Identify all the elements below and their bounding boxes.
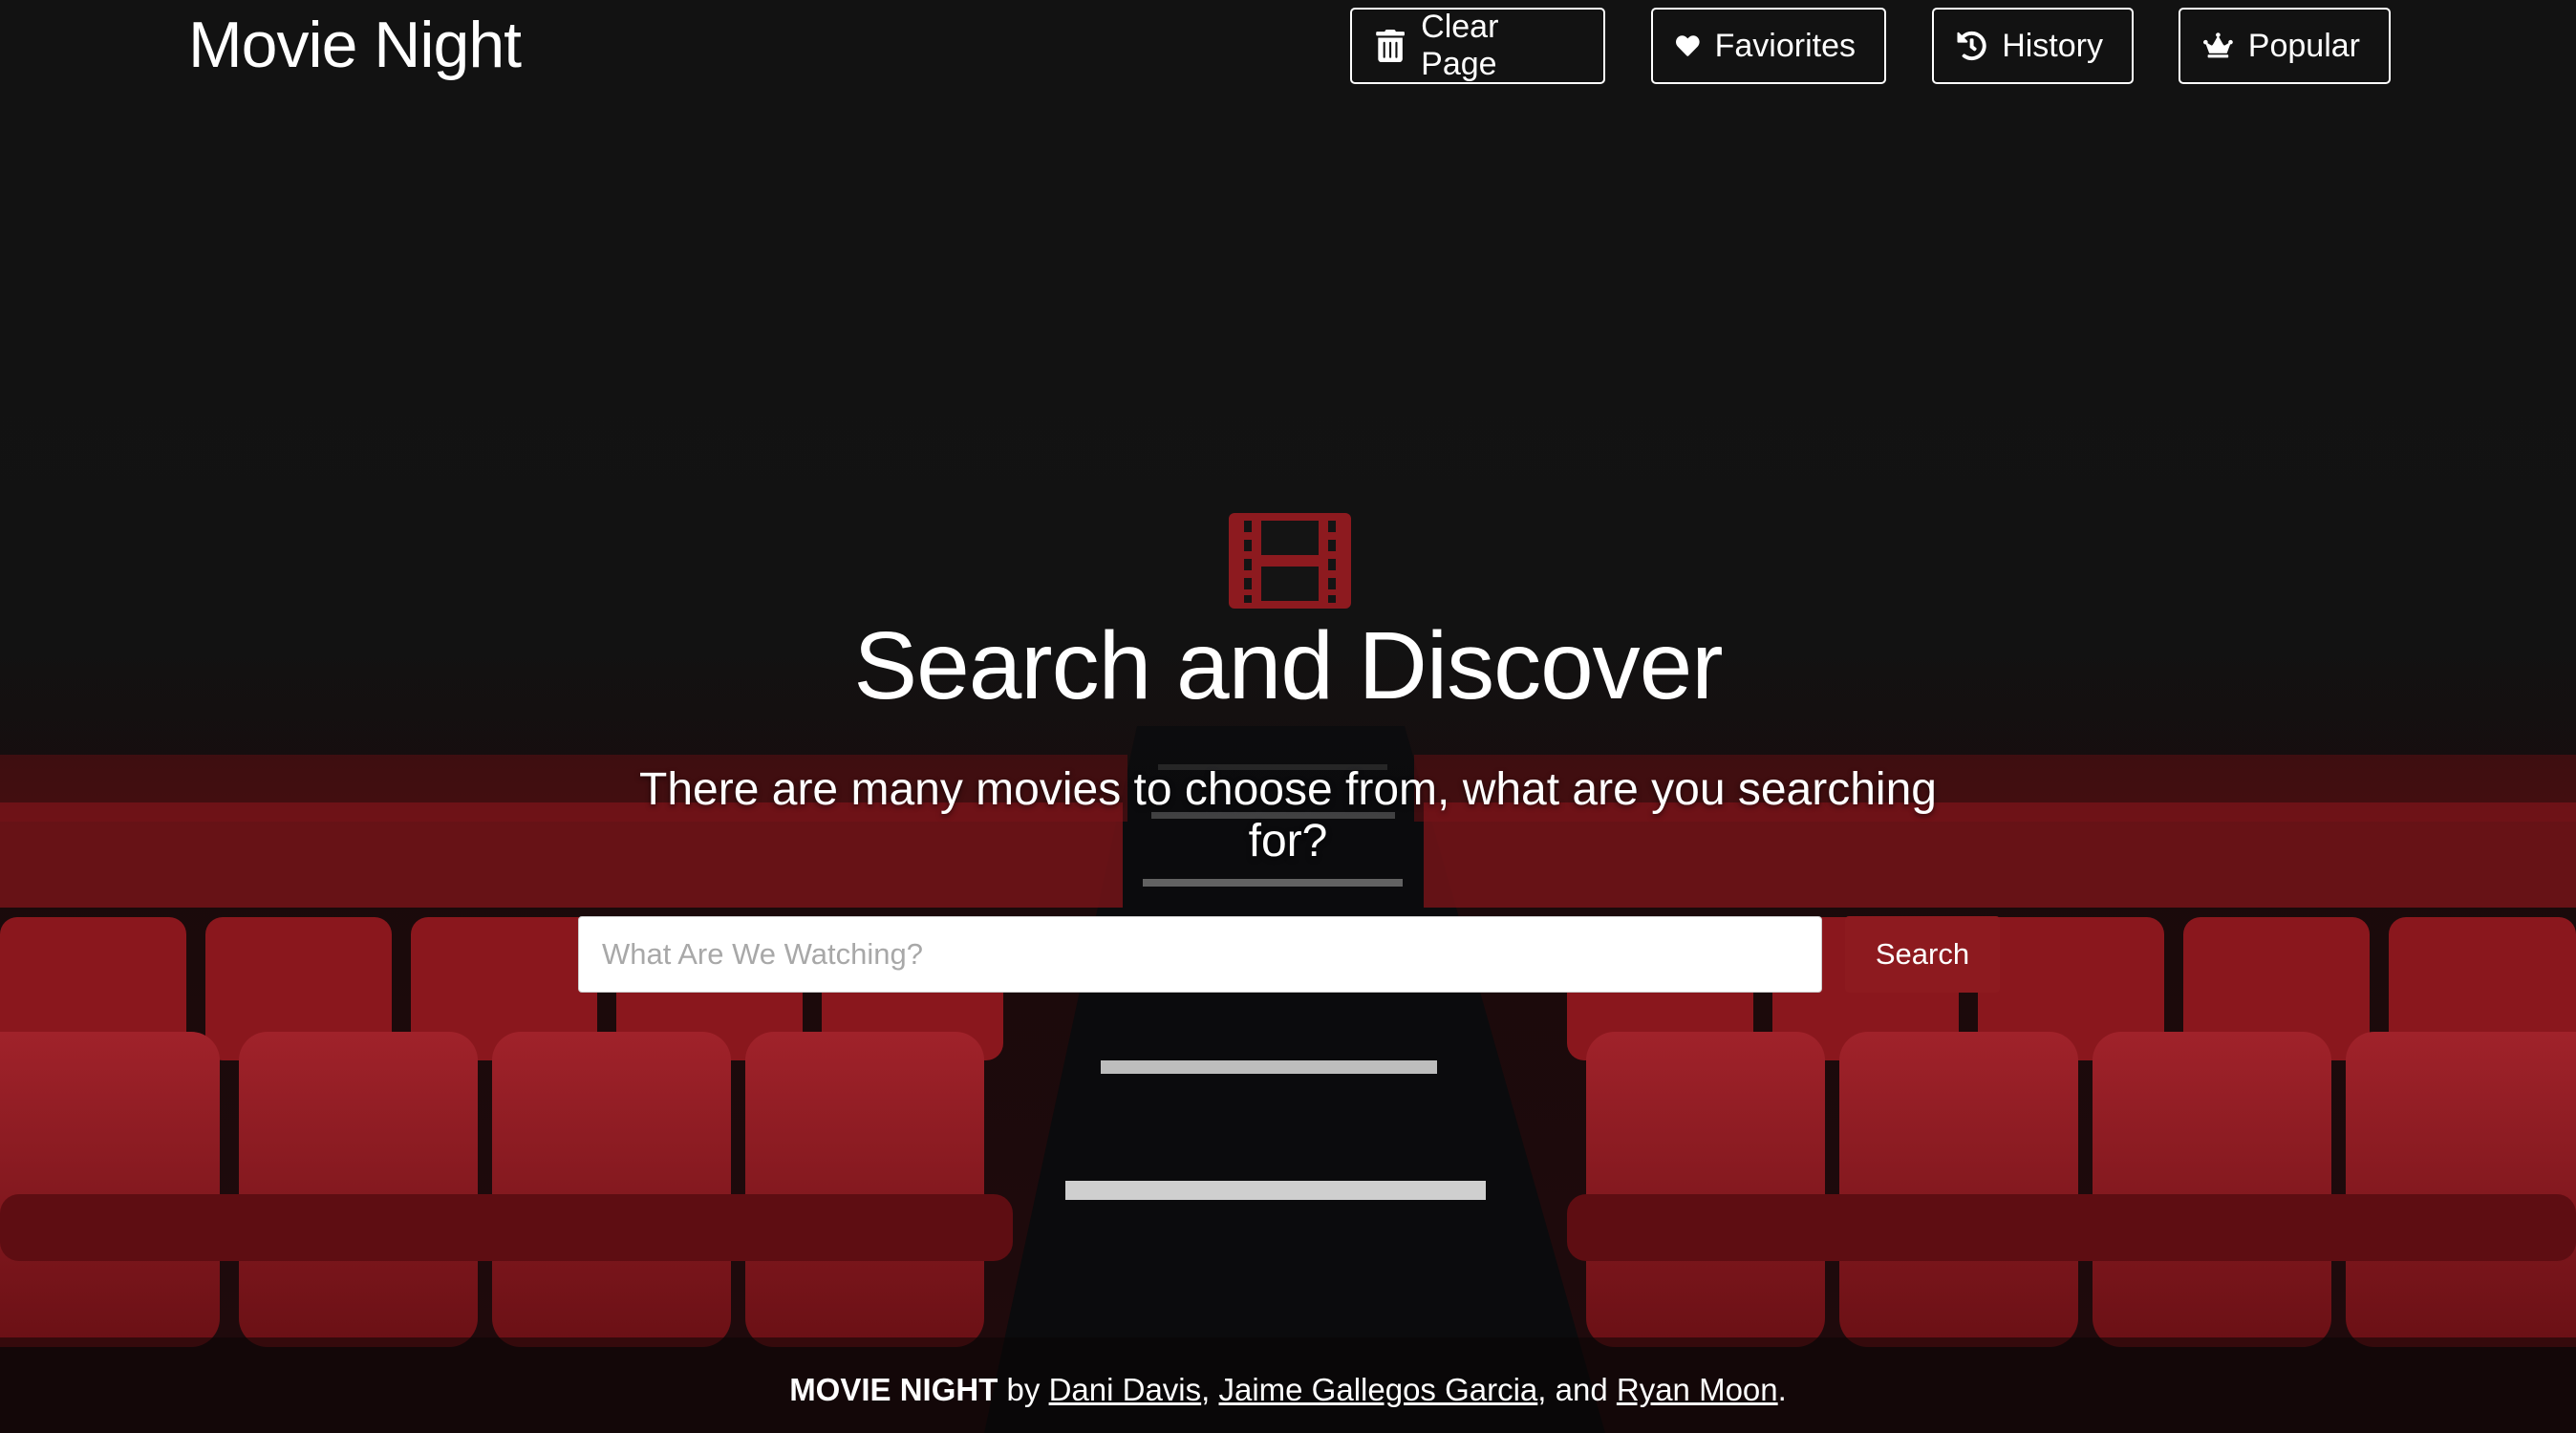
history-button[interactable]: History (1932, 8, 2134, 84)
footer-sep-2: , and (1537, 1372, 1617, 1407)
trash-icon (1376, 30, 1405, 62)
heart-icon (1676, 35, 1700, 56)
popular-button[interactable]: Popular (2179, 8, 2391, 84)
site-brand[interactable]: Movie Night (188, 8, 522, 82)
author-link-jaime-gallegos-garcia[interactable]: Jaime Gallegos Garcia (1218, 1372, 1537, 1407)
author-link-ryan-moon[interactable]: Ryan Moon (1617, 1372, 1778, 1407)
hero-subtitle: There are many movies to choose from, wh… (639, 764, 1937, 866)
history-label: History (2002, 27, 2103, 64)
search-input[interactable] (578, 916, 1822, 993)
hero-title: Search and Discover (853, 612, 1723, 719)
favorites-label: Faviorites (1714, 27, 1856, 64)
search-button[interactable]: Search (1845, 916, 2000, 993)
page: Movie Night Clear Page Faviorites Histor… (0, 0, 2576, 1433)
footer-brand: MOVIE NIGHT (789, 1372, 998, 1407)
author-link-dani-davis[interactable]: Dani Davis (1049, 1372, 1202, 1407)
film-icon (1229, 513, 1351, 609)
footer-end: . (1777, 1372, 1787, 1407)
footer-credits: MOVIE NIGHT by Dani Davis, Jaime Gallego… (0, 1372, 2576, 1408)
favorites-button[interactable]: Faviorites (1651, 8, 1886, 84)
popular-label: Popular (2247, 27, 2360, 64)
crown-icon (2203, 32, 2233, 58)
history-icon (1957, 31, 1986, 61)
footer-by: by (998, 1372, 1049, 1407)
clear-page-label: Clear Page (1421, 9, 1499, 82)
footer-sep-1: , (1201, 1372, 1219, 1407)
clear-page-button[interactable]: Clear Page (1350, 8, 1605, 84)
